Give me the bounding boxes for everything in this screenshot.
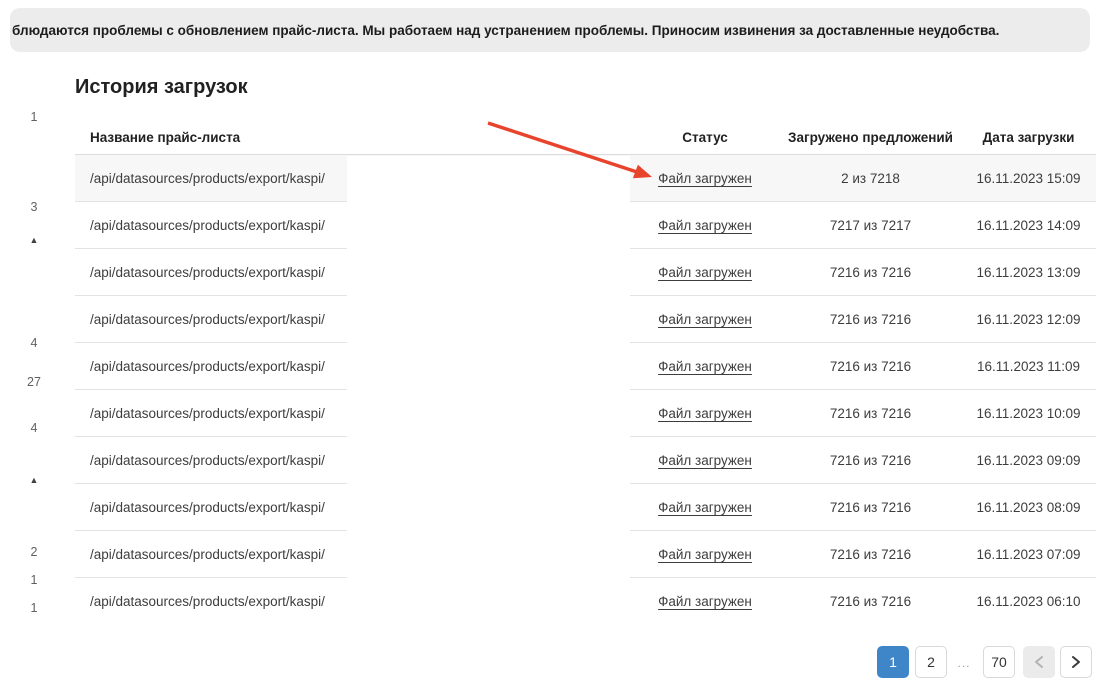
offers-count: 7216 из 7216 bbox=[780, 265, 961, 280]
status-link[interactable]: Файл загружен bbox=[658, 547, 752, 562]
status-link[interactable]: Файл загружен bbox=[658, 453, 752, 468]
red-arrow-annotation-icon bbox=[480, 112, 665, 190]
offers-count: 7216 из 7216 bbox=[780, 594, 961, 609]
rail-badge: 1 bbox=[13, 571, 55, 589]
offers-count: 7216 из 7216 bbox=[780, 312, 961, 327]
rail-badge: 4 bbox=[13, 334, 55, 352]
offers-count: 7216 из 7216 bbox=[780, 547, 961, 562]
upload-date: 16.11.2023 14:09 bbox=[961, 218, 1096, 233]
page-title: История загрузок bbox=[75, 76, 248, 99]
offers-count: 7216 из 7216 bbox=[780, 406, 961, 421]
status-link[interactable]: Файл загружен bbox=[658, 171, 752, 186]
pagination-page-1[interactable]: 1 bbox=[877, 646, 909, 678]
rail-badge: 1 bbox=[13, 599, 55, 617]
status-link[interactable]: Файл загружен bbox=[658, 406, 752, 421]
upload-date: 16.11.2023 06:10 bbox=[961, 594, 1096, 609]
status-link[interactable]: Файл загружен bbox=[658, 312, 752, 327]
status-link[interactable]: Файл загружен bbox=[658, 265, 752, 280]
upload-date: 16.11.2023 07:09 bbox=[961, 547, 1096, 562]
redaction-overlay bbox=[347, 156, 630, 624]
rail-badge: 2 bbox=[13, 543, 55, 561]
offers-count: 7216 из 7216 bbox=[780, 453, 961, 468]
chevron-left-icon bbox=[1034, 655, 1044, 669]
rail-badge: 3 bbox=[13, 198, 55, 216]
collapse-caret-icon[interactable]: ▲ bbox=[13, 231, 55, 249]
rail-badge: 1 bbox=[13, 108, 55, 126]
upload-date: 16.11.2023 11:09 bbox=[961, 359, 1096, 374]
header-offers: Загружено предложений bbox=[780, 130, 961, 145]
collapse-caret-icon[interactable]: ▲ bbox=[13, 471, 55, 489]
rail-badge: 27 bbox=[13, 373, 55, 391]
header-date: Дата загрузки bbox=[961, 130, 1096, 145]
pagination-prev-button[interactable] bbox=[1023, 646, 1055, 678]
pagination-page-70[interactable]: 70 bbox=[983, 646, 1015, 678]
status-link[interactable]: Файл загружен bbox=[658, 218, 752, 233]
notification-banner: блюдаются проблемы с обновлением прайс-л… bbox=[10, 8, 1090, 52]
pagination-page-2[interactable]: 2 bbox=[915, 646, 947, 678]
notification-text: блюдаются проблемы с обновлением прайс-л… bbox=[12, 23, 999, 38]
status-link[interactable]: Файл загружен bbox=[658, 594, 752, 609]
status-link[interactable]: Файл загружен bbox=[658, 500, 752, 515]
offers-count: 7216 из 7216 bbox=[780, 500, 961, 515]
upload-date: 16.11.2023 08:09 bbox=[961, 500, 1096, 515]
status-link[interactable]: Файл загружен bbox=[658, 359, 752, 374]
chevron-right-icon bbox=[1071, 655, 1081, 669]
pagination-ellipsis: ... bbox=[950, 646, 978, 678]
offers-count: 7217 из 7217 bbox=[780, 218, 961, 233]
upload-date: 16.11.2023 13:09 bbox=[961, 265, 1096, 280]
upload-date: 16.11.2023 10:09 bbox=[961, 406, 1096, 421]
pagination-next-button[interactable] bbox=[1060, 646, 1092, 678]
rail-badge: 4 bbox=[13, 419, 55, 437]
upload-date: 16.11.2023 15:09 bbox=[961, 171, 1096, 186]
upload-date: 16.11.2023 12:09 bbox=[961, 312, 1096, 327]
offers-count: 7216 из 7216 bbox=[780, 359, 961, 374]
offers-count: 2 из 7218 bbox=[780, 171, 961, 186]
upload-date: 16.11.2023 09:09 bbox=[961, 453, 1096, 468]
